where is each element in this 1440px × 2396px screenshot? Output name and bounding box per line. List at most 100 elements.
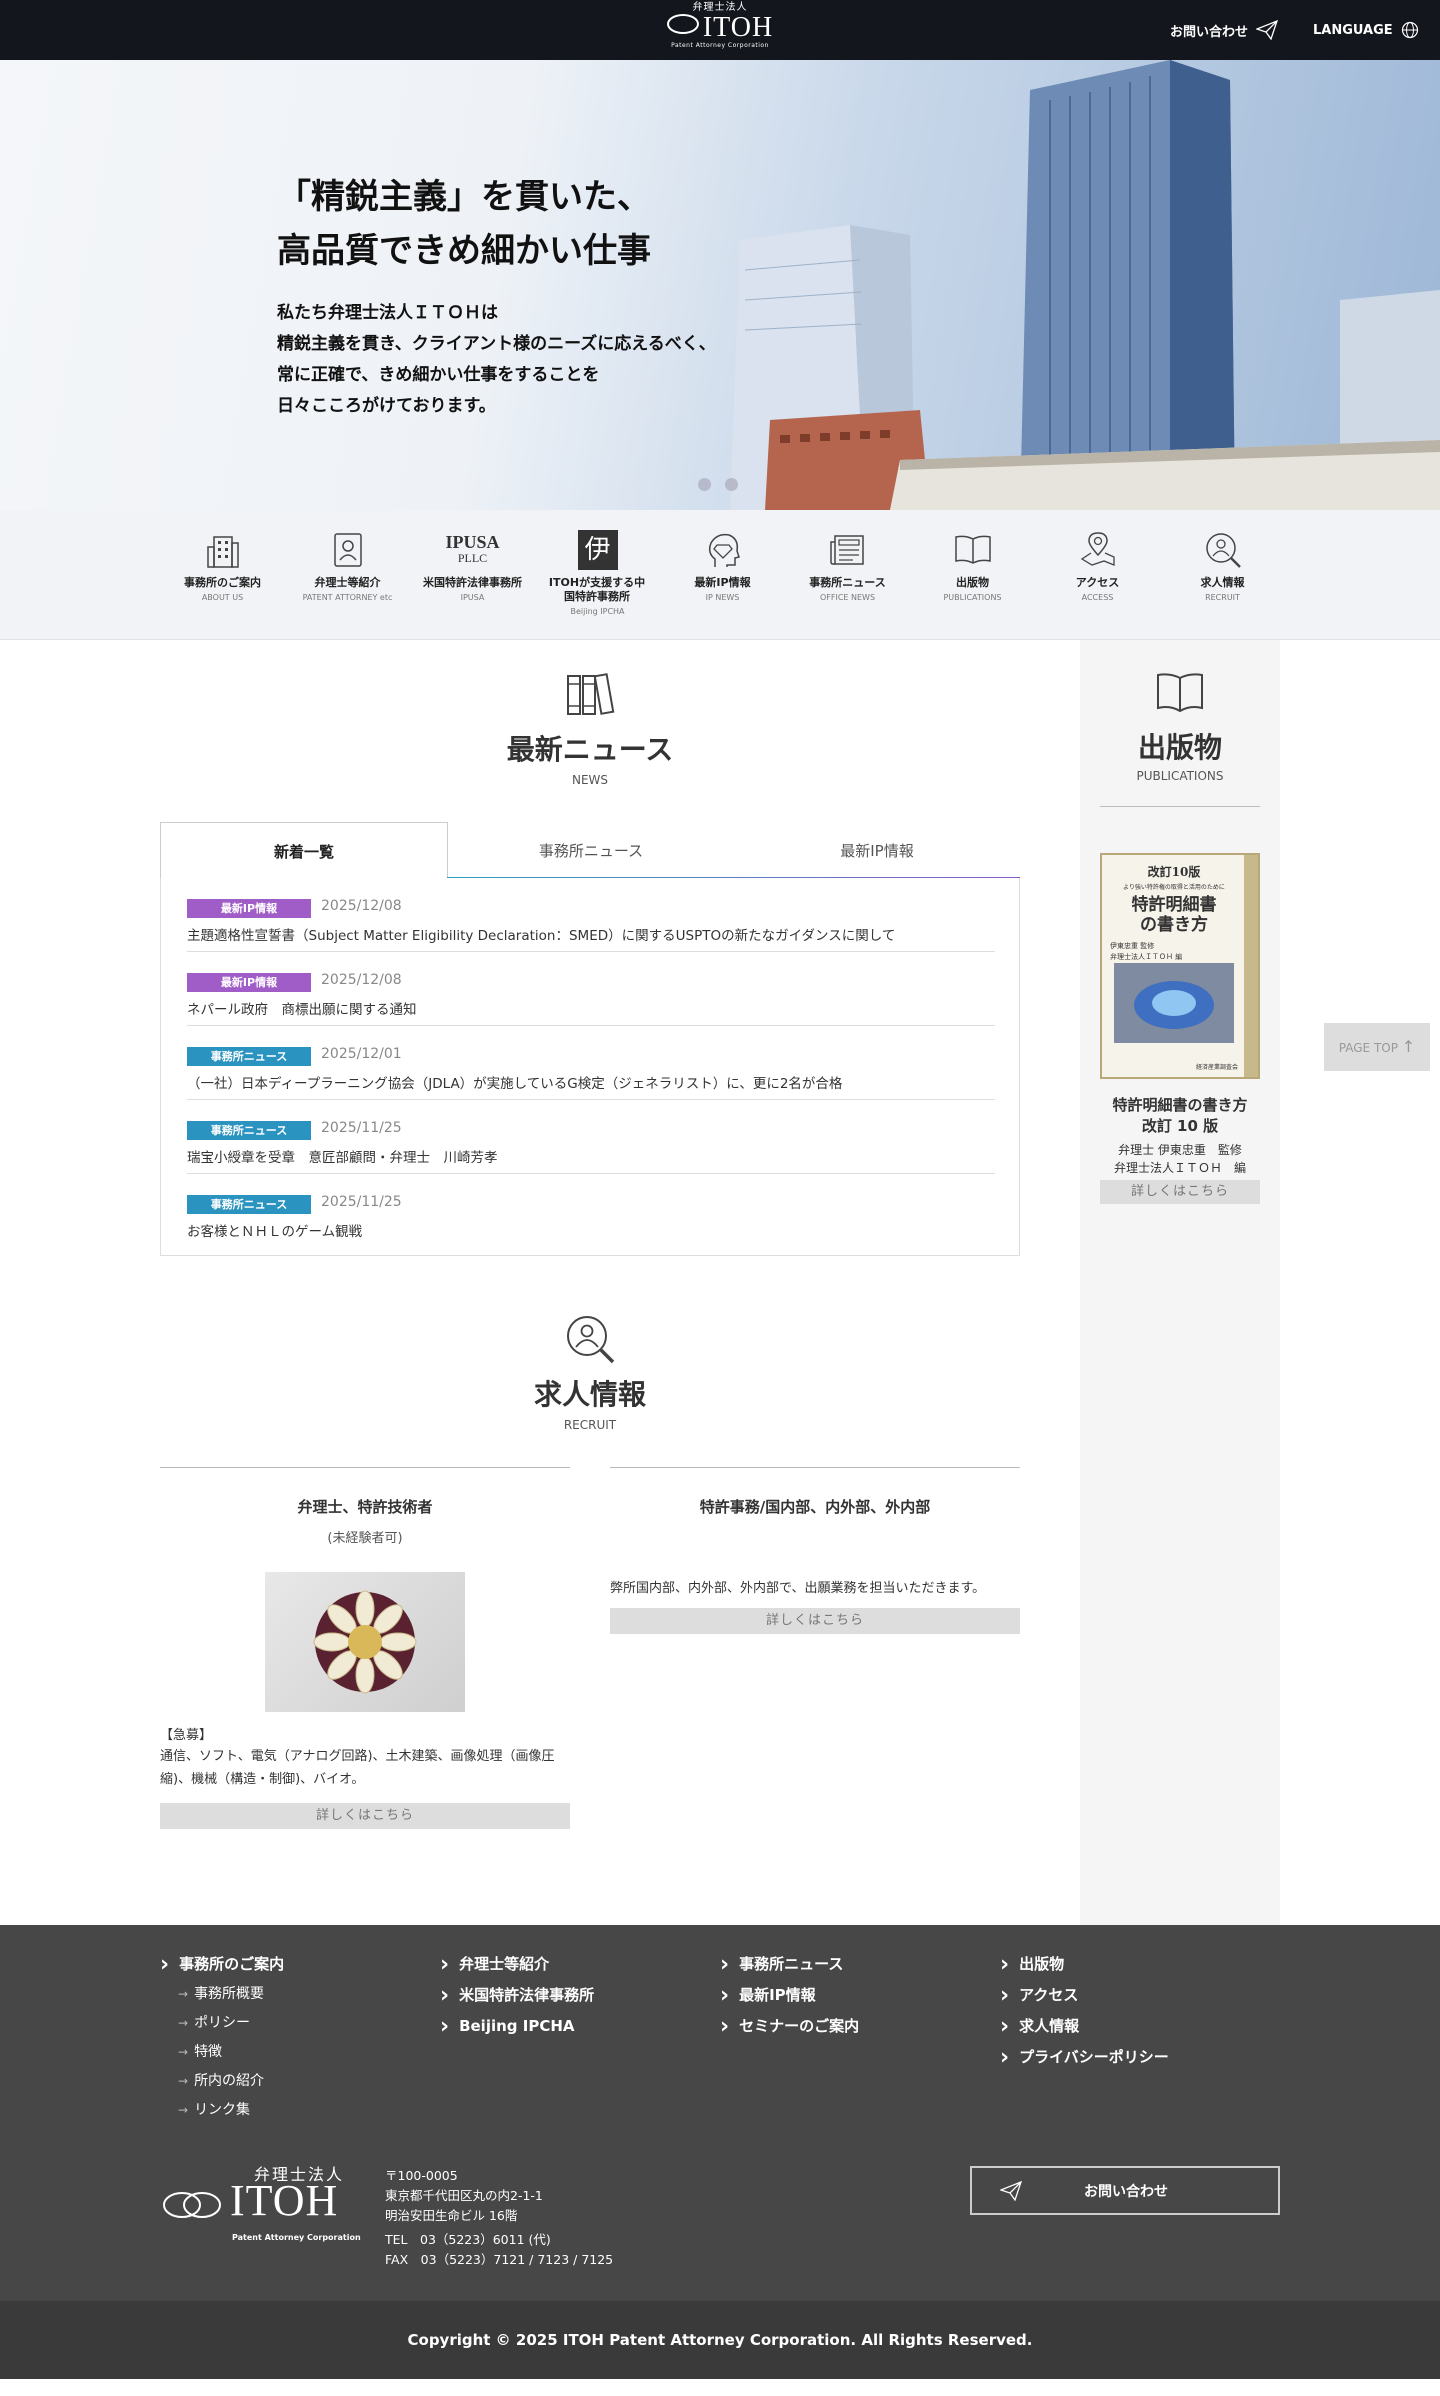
attorney-badge-image (265, 1572, 465, 1712)
news-en: NEWS (571, 773, 609, 787)
nav-item-recruit[interactable]: 求人情報 RECRUIT (1160, 528, 1285, 618)
recruit-card-attorney: 弁理士、特許技術者 (未経験者可) 【急募】 通信、ソフト、電気（アナログ回路)… (160, 1467, 570, 1829)
header-contact-link[interactable]: お問い合わせ (1170, 0, 1279, 60)
recruit-urgent-label: 【急募】 (160, 1728, 213, 1743)
book-icon (1157, 673, 1203, 713)
hero-headline-1: 「精鋭主義」を貫いた、 (277, 177, 651, 217)
footer-sublink[interactable]: リンク集 (160, 2096, 284, 2125)
page-top-button[interactable]: PAGE TOP ↑ (1324, 1023, 1430, 1071)
footer-link[interactable]: 米国特許法律事務所 (440, 1980, 594, 2011)
publications-sidebar: 出版物 PUBLICATIONS 改訂10版 より強い特許権の取得と活用のために… (1080, 640, 1280, 1925)
news-category-badge: 事務所ニュース (187, 1121, 311, 1140)
recruit-section-header: 求人情報 RECRUIT (160, 1313, 1020, 1433)
nav-item-officenews[interactable]: 事務所ニュース OFFICE NEWS (785, 528, 910, 618)
recruit-en: RECRUIT (563, 1418, 617, 1432)
list-item[interactable]: 最新IP情報 2025/12/08 ネパール政府 商標出願に関する通知 (187, 952, 995, 1026)
news-title-link[interactable]: 主題適格性宣誓書（Subject Matter Eligibility Decl… (187, 924, 895, 944)
footer-link[interactable]: 求人情報 (1000, 2011, 1169, 2042)
tab-ip-news[interactable]: 最新IP情報 (734, 822, 1020, 879)
diamond-head-icon (708, 533, 740, 567)
nav-item-attorney[interactable]: 弁理士等紹介 PATENT ATTORNEY etc (285, 528, 410, 618)
footer-link[interactable]: 最新IP情報 (720, 1980, 859, 2011)
nav-item-publications[interactable]: 出版物 PUBLICATIONS (910, 528, 1035, 618)
footer-link[interactable]: 事務所のご案内 (160, 1949, 284, 1980)
book-title-1[interactable]: 特許明細書の書き方 (1080, 1095, 1280, 1116)
news-title: 最新ニュース (506, 733, 674, 766)
recruit-office-detail-button[interactable]: 詳しくはこちら (610, 1608, 1020, 1634)
globe-icon (1401, 21, 1418, 39)
publications-title: 出版物 (1137, 731, 1222, 764)
list-item[interactable]: 最新IP情報 2025/12/08 主題適格性宣誓書（Subject Matte… (187, 878, 995, 952)
publications-en: PUBLICATIONS (1136, 769, 1224, 783)
recruit-card-office: 特許事務/国内部、内外部、外内部 弊所国内部、内外部、外内部で、出願業務を担当い… (610, 1467, 1020, 1634)
recruit-card-title: 弁理士、特許技術者 (297, 1498, 433, 1516)
hero-body-3: 常に正確で、きめ細かい仕事をすることを (277, 365, 600, 385)
slider-dot-1[interactable] (698, 478, 711, 491)
news-category-badge: 最新IP情報 (187, 899, 311, 918)
book-title-2: 改訂 10 版 (1141, 1117, 1219, 1135)
recruit-title: 求人情報 (533, 1378, 646, 1411)
hero-banner: 「精鋭主義」を貫いた、 高品質できめ細かい仕事 私たち弁理士法人ＩＴＯＨは 精鋭… (0, 60, 1440, 510)
nav-item-ipcha[interactable]: 伊 ITOHが支援する中国特許事務所 Beijing IPCHA (535, 528, 660, 618)
footer-link[interactable]: 弁理士等紹介 (440, 1949, 594, 1980)
nav-item-ipusa[interactable]: IPUSA PLLC 米国特許法律事務所 IPUSA (410, 528, 535, 618)
news-category-badge: 最新IP情報 (187, 973, 311, 992)
publications-detail-button[interactable]: 詳しくはこちら (1100, 1180, 1260, 1204)
header-logo[interactable]: 弁理士法人 ITOH Patent Attorney Corporation (650, 2, 790, 58)
footer-link[interactable]: セミナーのご案内 (720, 2011, 859, 2042)
tab-latest[interactable]: 新着一覧 (160, 822, 448, 879)
footer-col-3: 事務所ニュース 最新IP情報 セミナーのご案内 (720, 1949, 859, 2042)
footer-link[interactable]: 事務所ニュース (720, 1949, 859, 1980)
footer-link[interactable]: プライバシーポリシー (1000, 2042, 1169, 2073)
nav-item-about[interactable]: 事務所のご案内 ABOUT US (160, 528, 285, 618)
copyright: Copyright © 2025 ITOH Patent Attorney Co… (0, 2301, 1440, 2379)
footer-sublink[interactable]: 所内の紹介 (160, 2067, 284, 2096)
site-header: 弁理士法人 ITOH Patent Attorney Corporation お… (0, 0, 1440, 60)
icon-nav-bar: 事務所のご案内 ABOUT US 弁理士等紹介 PATENT ATTORNEY … (0, 510, 1440, 640)
book-author-2: 弁理士法人ＩＴＯＨ 編 (1113, 1161, 1246, 1175)
ipcha-logo: 伊 (535, 528, 660, 572)
arrow-up-icon: ↑ (1401, 1037, 1416, 1056)
news-title-link[interactable]: お客様とＮＨＬのゲーム観戦 (187, 1220, 362, 1240)
news-date: 2025/11/25 (321, 1120, 402, 1136)
book-cover[interactable]: 改訂10版 より強い特許権の取得と活用のために 特許明細書 の書き方 伊東忠重 … (1100, 853, 1260, 1079)
header-language-link[interactable]: LANGUAGE (1313, 0, 1419, 60)
building-icon (206, 536, 239, 568)
footer-link[interactable]: 出版物 (1000, 1949, 1169, 1980)
map-pin-icon (1080, 532, 1115, 566)
list-item[interactable]: 事務所ニュース 2025/11/25 お客様とＮＨＬのゲーム観戦 (187, 1174, 995, 1248)
recruit-card-desc: 通信、ソフト、電気（アナログ回路)、土木建築、画像処理（画像圧縮)、機械（構造・… (160, 1749, 555, 1787)
recruit-card-title: 特許事務/国内部、内外部、外内部 (699, 1498, 931, 1516)
news-date: 2025/12/08 (321, 972, 402, 988)
news-section-header: 最新ニュース NEWS (160, 670, 1020, 788)
news-title-link[interactable]: 瑞宝小綬章を受章 意匠部顧問・弁理士 川崎芳孝 (187, 1146, 498, 1166)
binders-icon (567, 673, 615, 715)
sunflower-badge-icon (313, 1590, 417, 1694)
list-item[interactable]: 事務所ニュース 2025/11/25 瑞宝小綬章を受章 意匠部顧問・弁理士 川崎… (187, 1100, 995, 1174)
nav-item-access[interactable]: アクセス ACCESS (1035, 528, 1160, 618)
slider-dot-2[interactable] (725, 478, 738, 491)
footer-sublink[interactable]: 特徴 (160, 2038, 284, 2067)
footer-logo[interactable]: 弁理士法人 ITOH Patent Attorney Corporation (160, 2161, 365, 2251)
footer-sublink[interactable]: ポリシー (160, 2009, 284, 2038)
book-cover-image (1114, 963, 1234, 1043)
hero-body-4: 日々こころがけております。 (277, 396, 496, 416)
footer-contact-button[interactable]: お問い合わせ (970, 2166, 1280, 2215)
hero-buildings-image (730, 60, 1440, 510)
footer-sublink[interactable]: 事務所概要 (160, 1980, 284, 2009)
footer-link[interactable]: アクセス (1000, 1980, 1169, 2011)
book-author-1: 弁理士 伊東忠重 監修 (1118, 1143, 1242, 1157)
tab-office-news[interactable]: 事務所ニュース (448, 822, 734, 879)
footer-link[interactable]: Beijing IPCHA (440, 2011, 594, 2042)
footer-address: 〒100-0005 東京都千代田区丸の内2-1-1 明治安田生命ビル 16階 T… (385, 2168, 614, 2267)
footer-col-2: 弁理士等紹介 米国特許法律事務所 Beijing IPCHA (440, 1949, 594, 2042)
news-title-link[interactable]: ネパール政府 商標出願に関する通知 (187, 998, 417, 1018)
news-date: 2025/11/25 (321, 1194, 402, 1210)
list-item[interactable]: 事務所ニュース 2025/12/01 （一社）日本ディープラーニング協会（JDL… (187, 1026, 995, 1100)
nav-item-ipnews[interactable]: 最新IP情報 IP NEWS (660, 528, 785, 618)
recruit-attorney-detail-button[interactable]: 詳しくはこちら (160, 1803, 570, 1829)
news-category-badge: 事務所ニュース (187, 1195, 311, 1214)
news-category-badge: 事務所ニュース (187, 1047, 311, 1066)
search-person-icon (567, 1316, 615, 1364)
news-title-link[interactable]: （一社）日本ディープラーニング協会（JDLA）が実施しているG検定（ジェネラリス… (187, 1072, 842, 1092)
